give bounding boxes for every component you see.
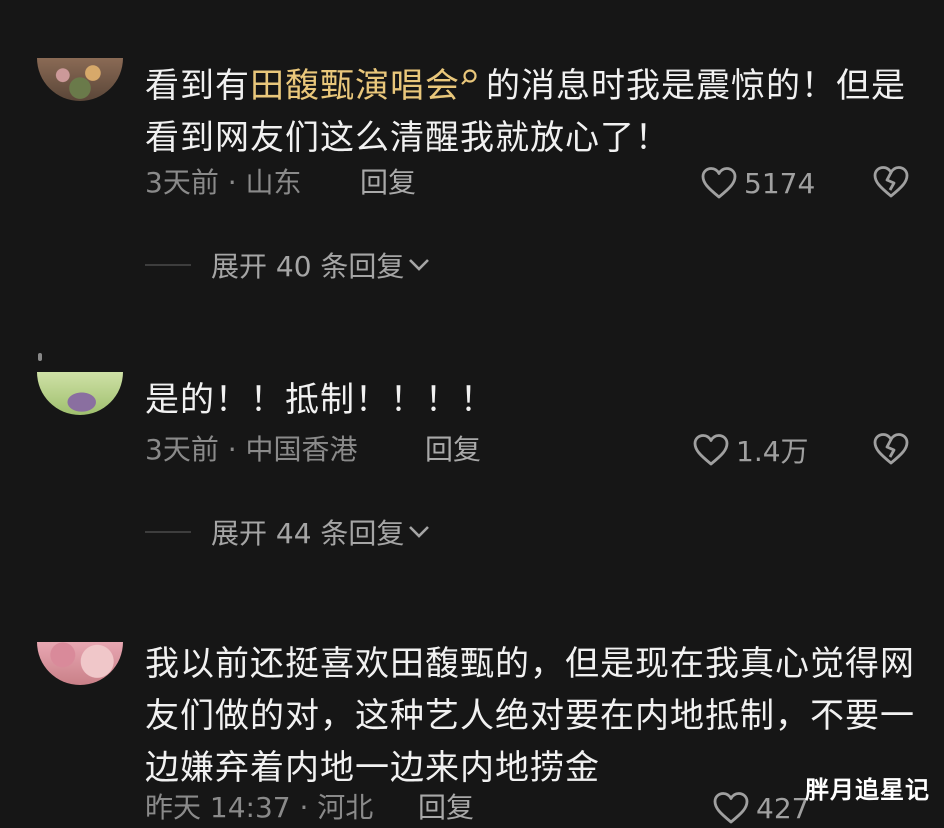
reply-button[interactable]: 回复 [425, 432, 481, 468]
expand-replies-button[interactable]: 展开 40 条回复 [145, 247, 430, 283]
comment-text: 是的！！抵制！！！！ [145, 380, 495, 420]
expand-replies-button[interactable]: 展开 44 条回复 [145, 514, 430, 550]
search-icon [461, 69, 477, 85]
heart-icon [701, 167, 737, 199]
heart-icon [713, 792, 749, 824]
comment-text: 看到有田馥甄演唱会 的消息时我是震惊的！但是看到网友们这么清醒我就放心了！ [145, 60, 915, 164]
expand-replies-label: 展开 44 条回复 [211, 517, 405, 550]
like-count: 1.4万 [736, 435, 809, 468]
divider [145, 531, 191, 533]
avatar-badge [38, 353, 42, 361]
like-button[interactable]: 5174 [700, 163, 815, 203]
avatar[interactable] [37, 372, 123, 415]
expand-replies-label: 展开 40 条回复 [211, 250, 405, 283]
comment-meta: 3天前 · 山东 [145, 166, 302, 199]
comment-text-part: 看到有 [145, 66, 250, 106]
highlight-link[interactable]: 田馥甄演唱会 [250, 66, 460, 106]
heart-icon [693, 434, 729, 466]
comment-meta: 3天前 · 中国香港 [145, 433, 358, 466]
chevron-down-icon [409, 526, 430, 538]
like-count: 427 [756, 791, 810, 825]
like-count: 5174 [744, 166, 816, 200]
watermark: 胖月追星记 [805, 776, 930, 804]
avatar[interactable] [37, 642, 123, 685]
reply-button[interactable]: 回复 [360, 165, 416, 201]
broken-heart-icon[interactable] [872, 164, 910, 200]
like-button[interactable]: 1.4万 [692, 430, 809, 470]
like-button[interactable]: 427 [712, 788, 809, 828]
avatar[interactable] [37, 58, 123, 101]
divider [145, 264, 191, 266]
comment-text: 我以前还挺喜欢田馥甄的，但是现在我真心觉得网友们做的对，这种艺人绝对要在内地抵制… [145, 644, 915, 788]
broken-heart-icon[interactable] [872, 431, 910, 467]
chevron-down-icon [409, 259, 430, 271]
